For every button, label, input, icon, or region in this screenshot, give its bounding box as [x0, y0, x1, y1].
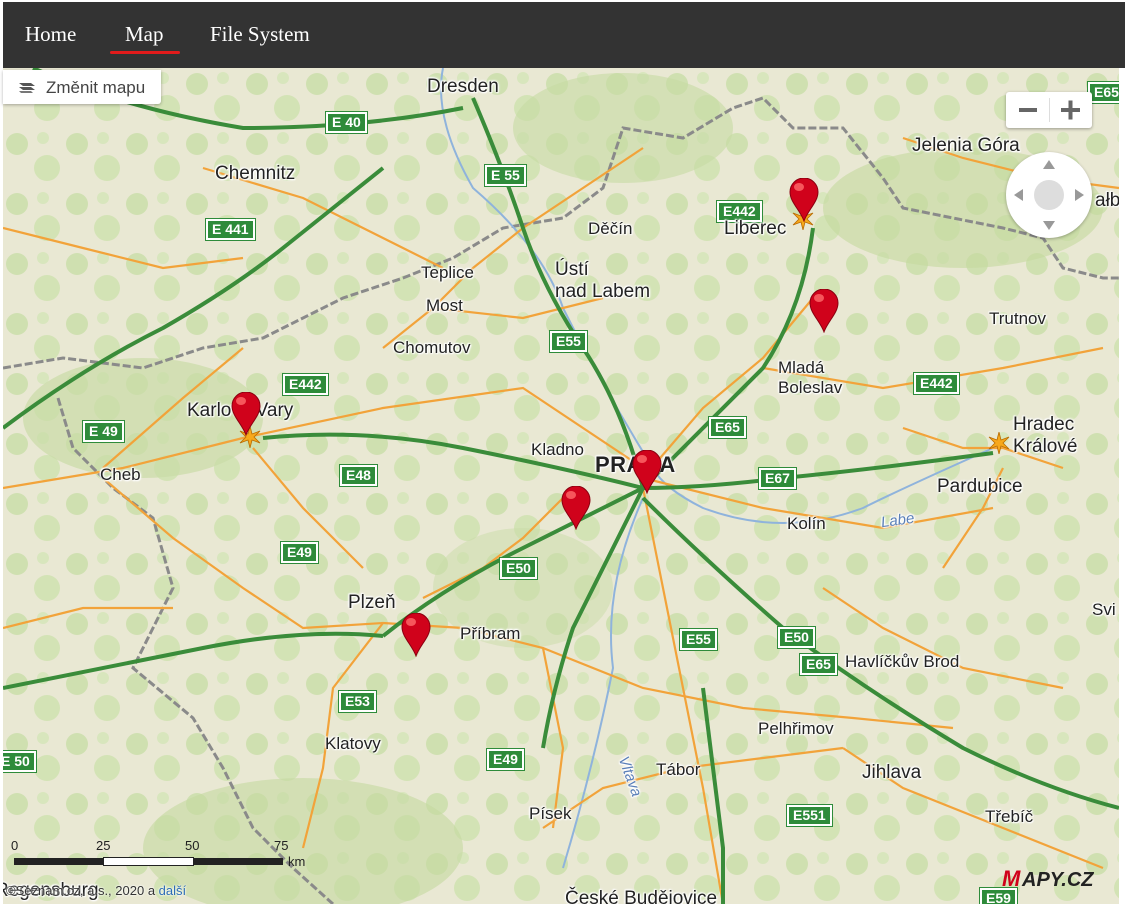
- road-shield-e55: E55: [549, 330, 588, 353]
- road-shield-e40: E 40: [325, 111, 368, 134]
- road-shield-e65-north: E65: [1087, 81, 1119, 104]
- zoom-out-button[interactable]: [1006, 92, 1049, 128]
- city-label-chomutov: Chomutov: [393, 338, 471, 357]
- minus-icon: [1019, 108, 1037, 112]
- mapy-cz-logo-icon: M APY.CZ: [1002, 866, 1094, 891]
- city-label-ceske-budejovice: České Budějovice: [565, 888, 718, 904]
- road-shield-e442-west: E442: [282, 373, 329, 396]
- road-shield-e65-south: E65: [799, 653, 838, 676]
- road-shield-e65: E65: [708, 416, 747, 439]
- marker-plzen[interactable]: [401, 613, 431, 657]
- logo-mark: M: [1002, 866, 1021, 891]
- road-shield-e441: E 441: [205, 218, 256, 241]
- scale-tick-75: 75: [274, 838, 289, 853]
- city-label-kladno: Kladno: [531, 440, 584, 459]
- nav-home[interactable]: Home: [25, 22, 76, 47]
- city-label-mlada-1: Mladá: [778, 358, 825, 377]
- city-label-trebic: Třebíč: [985, 807, 1034, 826]
- city-label-pribram: Příbram: [460, 624, 521, 643]
- city-label-klatovy: Klatovy: [325, 734, 381, 753]
- marker-praha[interactable]: [632, 450, 662, 494]
- nav-map[interactable]: Map: [125, 22, 164, 47]
- city-label-dresden: Dresden: [427, 76, 499, 97]
- copyright-more-link[interactable]: další: [159, 883, 186, 898]
- city-label-svi: Svi: [1092, 600, 1116, 619]
- road-shield-e53: E53: [338, 690, 377, 713]
- burst-icon: [988, 432, 1010, 454]
- city-label-pelhrimov: Pelhřimov: [758, 719, 834, 738]
- city-label-havlickuv-brod: Havlíčkův Brod: [845, 652, 960, 671]
- scale-unit: km: [288, 854, 306, 869]
- city-label-pisek: Písek: [529, 804, 572, 823]
- change-map-label: Změnit mapu: [46, 78, 146, 97]
- road-shield-e55-north: E 55: [484, 164, 527, 187]
- nav-active-underline: [110, 51, 180, 54]
- city-label-kolin: Kolín: [787, 514, 826, 533]
- zoom-control: [1006, 92, 1092, 128]
- logo-wordmark: APY.CZ: [1021, 869, 1094, 891]
- plus-icon: [1061, 100, 1080, 120]
- road-shield-e48: E48: [339, 464, 378, 487]
- city-label-jihlava: Jihlava: [862, 762, 922, 783]
- nav-file-system[interactable]: File System: [210, 22, 310, 47]
- marker-karlovy-vary[interactable]: [231, 392, 261, 436]
- city-label-tabor: Tábor: [656, 760, 701, 779]
- city-label-most: Most: [426, 296, 463, 315]
- scale-tick-50: 50: [185, 838, 200, 853]
- copyright-text: ©Seznam.cz, a.s., 2020 a: [6, 883, 159, 898]
- city-label-liberec: Liberec: [724, 218, 787, 239]
- city-label-plzen: Plzeň: [348, 592, 396, 613]
- scale-segment: [14, 858, 104, 865]
- pan-control[interactable]: [1006, 152, 1092, 238]
- road-shield-e50: E50: [499, 557, 538, 580]
- road-shield-e49: E49: [280, 541, 319, 564]
- scale-segment: [103, 857, 194, 866]
- map-canvas[interactable]: E 40 E 55 E 441 E442 E55 E442 E442 E 49 …: [3, 68, 1119, 904]
- city-label-usti-1: Ústí: [555, 259, 589, 280]
- city-label-mlada-2: Boleslav: [778, 378, 843, 397]
- city-label-chemnitz: Chemnitz: [215, 163, 296, 184]
- road-shield-e49-south: E49: [486, 748, 525, 771]
- change-map-button[interactable]: Změnit mapu: [3, 70, 161, 104]
- marker-mlada-boleslav[interactable]: [809, 289, 839, 333]
- city-label-usti-2: nad Labem: [555, 281, 651, 302]
- city-label-cheb: Cheb: [100, 465, 141, 484]
- scale-tick-25: 25: [96, 838, 111, 853]
- marker-liberec[interactable]: [789, 178, 819, 222]
- city-label-walbrzych: ałbr: [1095, 190, 1119, 211]
- road-shield-e50-east: E50: [777, 626, 816, 649]
- road-shield-e55-south: E55: [679, 628, 718, 651]
- road-shield-e49-west: E 49: [82, 420, 125, 443]
- road-shield-e442-east: E442: [913, 372, 960, 395]
- city-label-hradec-2: Králové: [1013, 436, 1078, 457]
- layers-icon: [19, 83, 35, 93]
- city-label-jelenia-gora: Jelenia Góra: [912, 135, 1020, 156]
- scale-tick-0: 0: [11, 838, 19, 853]
- city-label-hradec-1: Hradec: [1013, 414, 1075, 435]
- city-label-trutnov: Trutnov: [989, 309, 1047, 328]
- pan-arrows-icon: [1014, 160, 1084, 230]
- scale-segment: [193, 858, 283, 865]
- zoom-in-button[interactable]: [1049, 92, 1092, 128]
- marker-west-praha[interactable]: [561, 486, 591, 530]
- mapy-cz-logo[interactable]: M APY.CZ: [1000, 864, 1112, 897]
- city-label-decin: Děčín: [588, 219, 633, 238]
- top-navbar: Home Map File System: [3, 2, 1125, 68]
- city-label-teplice: Teplice: [421, 263, 474, 282]
- road-shield-e551: E551: [786, 804, 833, 827]
- city-label-pardubice: Pardubice: [937, 476, 1023, 497]
- road-shield-e50-west: E 50: [3, 750, 37, 773]
- road-shield-e67: E67: [758, 467, 797, 490]
- map-copyright: ©Seznam.cz, a.s., 2020 a další: [6, 883, 186, 898]
